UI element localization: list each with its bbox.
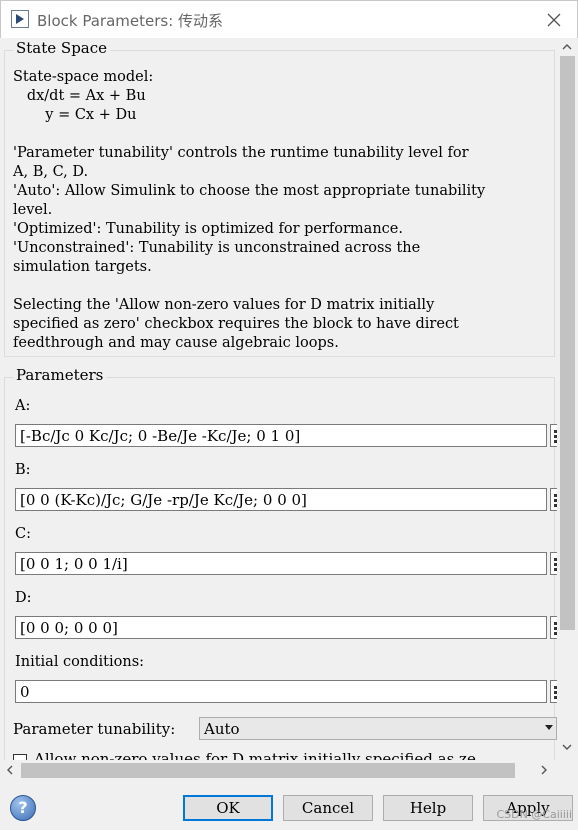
state-space-group-title: State Space xyxy=(13,39,111,57)
scroll-right-icon[interactable] xyxy=(541,765,548,775)
scrollbar-corner xyxy=(557,760,578,780)
simulink-block-icon xyxy=(11,10,29,28)
chevron-down-icon xyxy=(545,725,553,730)
param-a-field[interactable]: [-Bc/Jc 0 Kc/Jc; 0 -Be/Je -Kc/Je; 0 1 0] xyxy=(15,424,547,447)
allow-nonzero-d-checkbox-label: Allow non-zero values for D matrix initi… xyxy=(34,750,476,760)
scroll-down-icon[interactable] xyxy=(562,744,572,751)
watermark: CSDN @Caiiiii xyxy=(496,808,572,821)
param-d-more-options-icon[interactable] xyxy=(550,616,557,639)
param-b-more-options-icon[interactable] xyxy=(550,488,557,511)
ok-button[interactable]: OK xyxy=(183,795,273,821)
scroll-left-icon[interactable] xyxy=(6,765,13,775)
close-icon[interactable] xyxy=(543,9,565,31)
parameter-tunability-select[interactable]: Auto xyxy=(199,717,557,740)
param-c-more-options-icon[interactable] xyxy=(550,552,557,575)
vertical-scrollbar[interactable] xyxy=(557,38,578,760)
title-bar: Block Parameters: 传动系 xyxy=(0,0,578,39)
initial-conditions-field[interactable]: 0 xyxy=(15,680,547,703)
horizontal-scroll-thumb[interactable] xyxy=(21,763,515,778)
block-description: State-space model: dx/dt = Ax + Bu y = C… xyxy=(13,69,486,351)
param-b-field[interactable]: [0 0 (K-Kc)/Jc; G/Je -rp/Je Kc/Je; 0 0 0… xyxy=(15,488,547,511)
button-bar: ? OK Cancel Help Apply CSDN @Caiiiii xyxy=(0,780,578,830)
initial-conditions-label: Initial conditions: xyxy=(15,654,145,670)
param-b-label: B: xyxy=(15,462,31,478)
state-space-group: State Space State-space model: dx/dt = A… xyxy=(4,39,555,357)
dialog-content: State Space State-space model: dx/dt = A… xyxy=(0,38,557,760)
parameter-tunability-value: Auto xyxy=(204,720,240,738)
initial-conditions-more-options-icon[interactable] xyxy=(550,680,557,703)
parameter-tunability-label: Parameter tunability: xyxy=(13,720,176,738)
param-a-more-options-icon[interactable] xyxy=(550,424,557,447)
param-c-label: C: xyxy=(15,526,31,542)
horizontal-scrollbar[interactable] xyxy=(0,760,557,780)
help-button[interactable]: Help xyxy=(383,795,473,821)
help-icon[interactable]: ? xyxy=(10,795,36,821)
param-d-field[interactable]: [0 0 0; 0 0 0] xyxy=(15,616,547,639)
parameters-group-title: Parameters xyxy=(13,366,107,384)
cancel-button[interactable]: Cancel xyxy=(283,795,373,821)
window-title: Block Parameters: 传动系 xyxy=(37,12,224,30)
scroll-up-icon[interactable] xyxy=(562,43,572,50)
param-d-label: D: xyxy=(15,590,32,606)
param-a-label: A: xyxy=(15,398,31,414)
param-c-field[interactable]: [0 0 1; 0 0 1/i] xyxy=(15,552,547,575)
vertical-scroll-thumb[interactable] xyxy=(560,56,575,630)
